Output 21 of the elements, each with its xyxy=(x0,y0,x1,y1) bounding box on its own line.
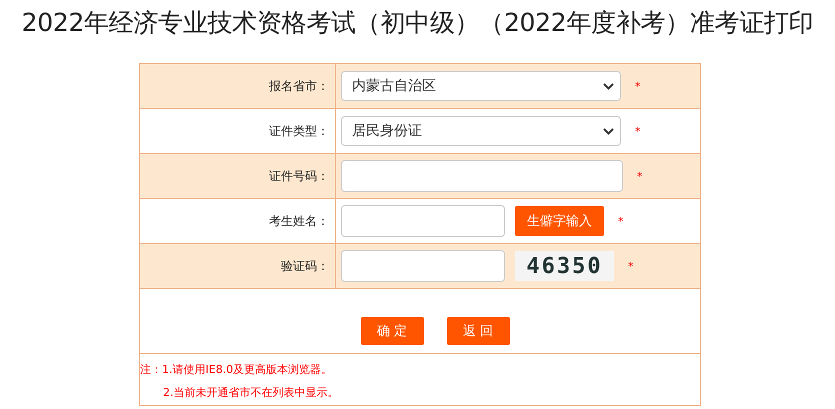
chevron-down-icon xyxy=(603,128,614,134)
note-text: 2.当前未开通省市不在列表中显示。 xyxy=(162,385,340,401)
select-field[interactable]: 内蒙古自治区 xyxy=(341,71,621,101)
chevron-down-icon xyxy=(603,82,614,90)
field-label: 考生姓名： xyxy=(269,212,329,230)
field-label: 报名省市： xyxy=(269,78,329,94)
required-mark: * xyxy=(637,170,642,182)
required-mark: * xyxy=(618,214,624,228)
required-mark: * xyxy=(628,260,634,272)
note-text: 注：1.请使用IE8.0及更高版本浏览器。 xyxy=(140,362,334,378)
captcha-image[interactable]: 46350 xyxy=(515,251,614,281)
field-label: 证件类型： xyxy=(269,122,329,140)
input-field[interactable] xyxy=(341,205,505,237)
select-field[interactable]: 居民身份证 xyxy=(341,116,621,146)
required-mark: * xyxy=(635,124,640,138)
required-mark: * xyxy=(635,80,640,92)
field-label: 证件号码： xyxy=(269,168,329,184)
captcha-field[interactable] xyxy=(341,250,505,282)
input-field[interactable] xyxy=(341,160,623,192)
page-title: 2022年经济专业技术资格考试（初中级）（2022年度补考）准考证打印 xyxy=(20,7,814,39)
field-label: 验证码： xyxy=(281,258,329,274)
